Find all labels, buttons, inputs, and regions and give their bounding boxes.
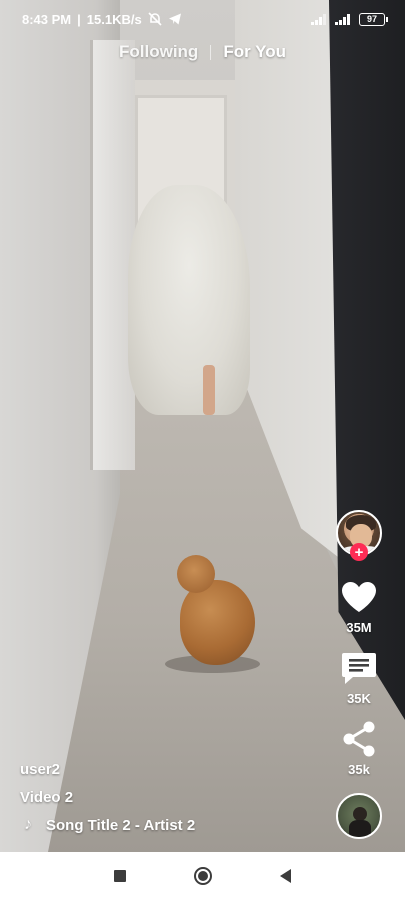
battery-icon: 97: [359, 12, 388, 26]
signal-icon-2: [335, 13, 353, 25]
scene-left-door: [90, 40, 135, 470]
scene-leg: [203, 365, 215, 415]
scene-dog: [165, 555, 260, 675]
song-title: Song Title 2 - Artist 2: [46, 816, 196, 834]
comment-icon: [342, 653, 376, 684]
tab-for-you[interactable]: For You: [223, 42, 286, 62]
share-button[interactable]: [339, 720, 379, 758]
signal-icon: [311, 13, 329, 25]
status-bar: 8:43 PM | 15.1KB/s 97: [0, 0, 405, 38]
telegram-icon: [168, 13, 181, 25]
follow-button[interactable]: +: [350, 543, 368, 561]
action-column: + 35M 35K 35k: [334, 510, 384, 839]
recents-square-icon[interactable]: [114, 870, 126, 882]
home-circle-icon[interactable]: [194, 867, 212, 885]
like-count: 35M: [346, 620, 372, 635]
comment-count: 35K: [347, 691, 371, 706]
feed-tabs: Following For You: [0, 38, 405, 66]
like-button[interactable]: [339, 578, 379, 616]
status-network-speed: 15.1KB/s: [86, 11, 142, 27]
status-time: 8:43 PM: [22, 11, 72, 27]
alarm-off-icon: [148, 12, 162, 26]
song-row[interactable]: ♪ Song Title 2 - Artist 2: [20, 811, 195, 839]
screen: 8:43 PM | 15.1KB/s 97 Following For You: [0, 0, 405, 900]
scene-dog-head: [177, 555, 215, 593]
share-icon: [343, 721, 375, 757]
music-note-icon: ♪: [24, 816, 32, 833]
status-divider: |: [77, 11, 81, 27]
scene-person-in-blanket: [128, 185, 250, 415]
video-title: Video 2: [20, 788, 74, 806]
heart-icon: [342, 582, 376, 612]
comment-button[interactable]: [339, 649, 379, 687]
creator-avatar-wrap: +: [336, 510, 382, 562]
music-disc[interactable]: [336, 793, 382, 839]
share-count: 35k: [348, 762, 370, 777]
tab-separator: [210, 44, 212, 60]
back-triangle-icon[interactable]: [280, 869, 291, 883]
scene-dog-body: [180, 580, 255, 665]
video-caption: user2 Video 2 ♪ Song Title 2 - Artist 2: [20, 755, 195, 839]
username[interactable]: user2: [20, 755, 195, 783]
system-nav-bar: [0, 852, 405, 900]
tab-following[interactable]: Following: [119, 42, 198, 62]
